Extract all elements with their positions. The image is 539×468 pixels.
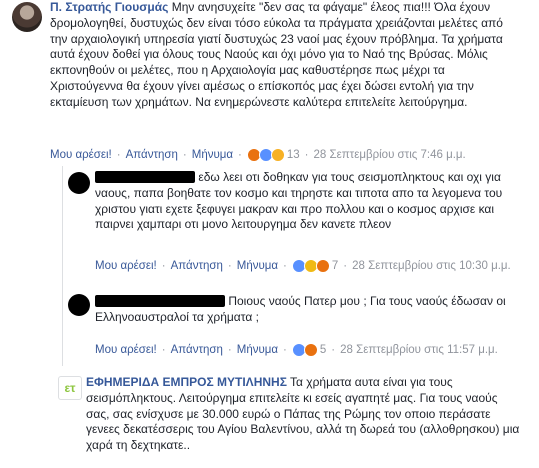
like-button[interactable]: Μου αρέσει! — [95, 344, 157, 356]
reply-thread-line — [62, 166, 63, 366]
comment-timestamp[interactable]: 28 Σεπτεμβρίου στις 11:57 μ.μ. — [340, 344, 498, 356]
comment-timestamp[interactable]: 28 Σεπτεμβρίου στις 10:30 μ.μ. — [352, 260, 511, 272]
page-logo-icon: ετ — [64, 381, 76, 395]
haha-reaction-icon — [270, 148, 285, 162]
page-logo-avatar[interactable]: ετ — [58, 376, 82, 400]
reply-button[interactable]: Απάντηση — [171, 260, 223, 272]
redacted-author-name — [95, 171, 195, 183]
reply-button[interactable]: Απάντηση — [126, 149, 178, 161]
reaction-count[interactable]: 7 — [332, 260, 338, 272]
message-button[interactable]: Μήνυμα — [237, 260, 278, 272]
message-button[interactable]: Μήνυμα — [192, 149, 233, 161]
comment-timestamp[interactable]: 28 Σεπτεμβρίου στις 7:46 μ.μ. — [314, 149, 466, 161]
comment-author[interactable]: Π. Στρατής Γιουσμάς — [50, 0, 168, 14]
avatar[interactable] — [68, 172, 90, 194]
reply-comment: Ποιους ναούς Πατερ μου ; Για τους ναούς … — [95, 294, 513, 326]
like-button[interactable]: Μου αρέσει! — [95, 260, 157, 272]
comment-actions: Μου αρέσει! · Απάντηση · Μήνυμα · 13 · 2… — [50, 148, 466, 162]
reaction-count[interactable]: 5 — [320, 344, 326, 356]
reaction-summary[interactable] — [246, 148, 285, 162]
redacted-author-name — [95, 295, 225, 307]
angry-reaction-icon — [303, 343, 318, 357]
reaction-summary[interactable] — [291, 343, 318, 357]
comment-text: Μην ανησυχείτε "δεν σας τα φάγαμε" έλεος… — [50, 0, 503, 109]
avatar[interactable] — [68, 294, 90, 316]
reaction-count[interactable]: 13 — [287, 149, 300, 161]
reply-button[interactable]: Απάντηση — [171, 344, 223, 356]
reaction-summary[interactable] — [291, 259, 330, 273]
comment-actions: Μου αρέσει! · Απάντηση · Μήνυμα · 5 · 28… — [95, 343, 498, 357]
message-button[interactable]: Μήνυμα — [237, 344, 278, 356]
avatar[interactable] — [12, 2, 42, 32]
comment: Π. Στρατής Γιουσμάς Μην ανησυχείτε "δεν … — [50, 0, 520, 111]
comment-actions: Μου αρέσει! · Απάντηση · Μήνυμα · 7 · 28… — [95, 259, 511, 273]
angry-reaction-icon — [315, 259, 330, 273]
reply-comment: εδω λεει οτι δοθηκαν για τους σεισμοπληκ… — [95, 170, 513, 233]
comment-author[interactable]: ΕΦΗΜΕΡΙΔΑ ΕΜΠΡΟΣ ΜΥΤΙΛΗΝΗΣ — [86, 375, 287, 389]
like-button[interactable]: Μου αρέσει! — [50, 149, 112, 161]
reply-comment: ΕΦΗΜΕΡΙΔΑ ΕΜΠΡΟΣ ΜΥΤΙΛΗΝΗΣ Τα χρήματα αυ… — [86, 375, 521, 454]
